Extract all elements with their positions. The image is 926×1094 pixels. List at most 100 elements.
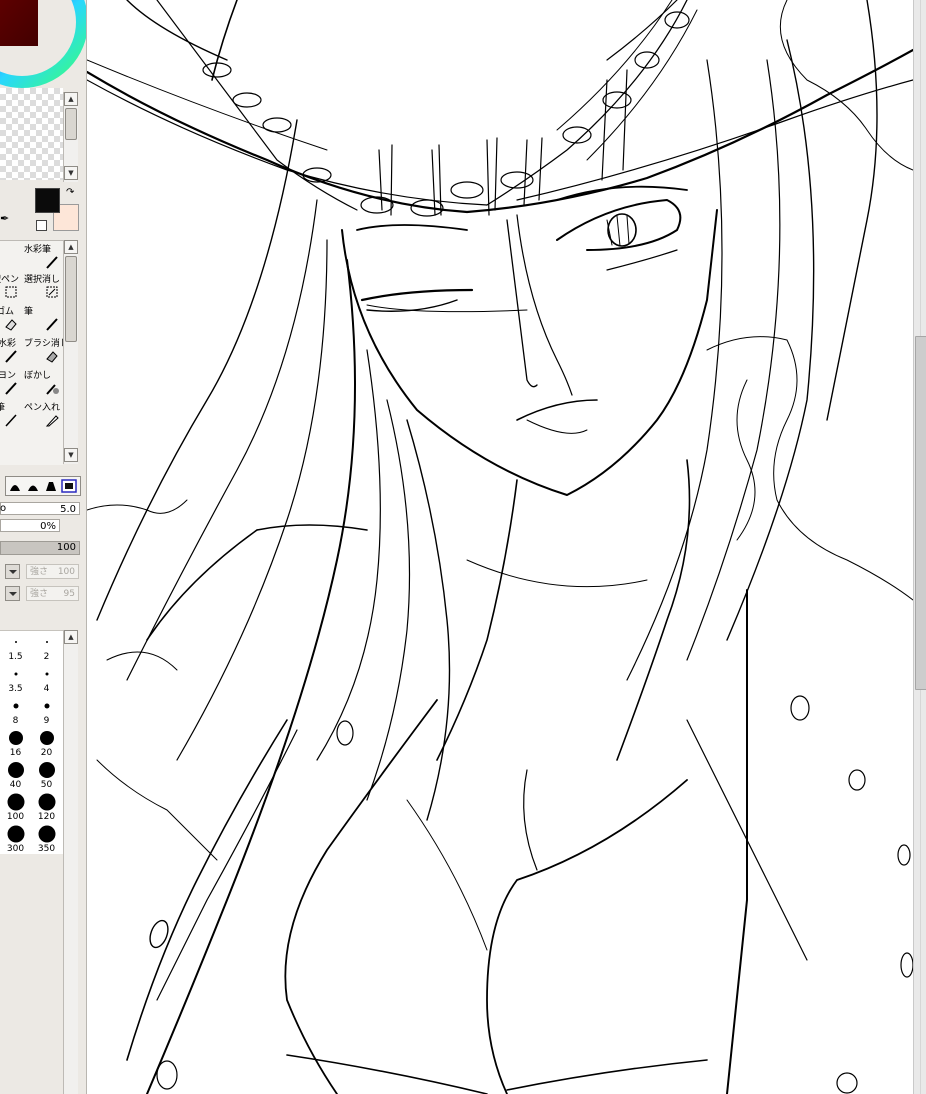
brush-dot-icon (38, 793, 55, 811)
brush-size-preset[interactable]: 350 (31, 822, 62, 854)
texture-dropdown-button[interactable] (5, 586, 20, 601)
preview-scrollbar[interactable]: ▲ ▼ (63, 92, 78, 182)
brush-dot-icon (7, 793, 24, 811)
swap-colors-icon[interactable]: ↷ (66, 187, 74, 198)
tool-label: 筆 (24, 307, 34, 317)
layer-preview (0, 88, 63, 180)
main-color-swatch-front[interactable] (35, 188, 60, 213)
line-art-sketch (87, 0, 913, 1094)
brush-size-presets: 1.5 2 3.5 4 8 9 16 20 40 50 100 120 300 350 (0, 630, 63, 854)
eraser-icon (4, 317, 18, 331)
brush-dot-icon (38, 825, 55, 843)
tool-selection-pen[interactable]: 択ペン (0, 271, 22, 301)
density-value: 100 (56, 542, 76, 553)
pen-icon (4, 413, 18, 427)
eyedropper-icon[interactable]: ✒ (0, 212, 9, 225)
brush-dot-icon (38, 762, 55, 778)
tool-brush[interactable]: 筆 (22, 303, 63, 333)
reset-colors-icon[interactable] (36, 220, 47, 231)
blend-value: 100 (57, 567, 75, 577)
tool-label: 水彩筆 (24, 245, 52, 255)
brush-size-preset[interactable]: 40 (0, 758, 31, 790)
tool-label: ゴム (0, 307, 15, 317)
brush-size-preset[interactable]: 4 (31, 662, 62, 694)
tool-label: 択ペン (0, 275, 20, 285)
tool-eraser[interactable]: ゴム (0, 303, 22, 333)
tool-label: 水彩 (0, 339, 17, 349)
brush-size-preset[interactable]: 2 (31, 630, 62, 662)
brush-size-value: 120 (37, 812, 56, 822)
brush-size-value: 40 (9, 780, 22, 790)
brush-dot-icon (7, 825, 24, 843)
brush-size-preset[interactable]: 1.5 (0, 630, 31, 662)
density-slider[interactable]: 100 (0, 541, 80, 555)
crayon-icon (4, 381, 18, 395)
brush-tip-row (0, 474, 81, 496)
brush-size-preset[interactable]: 50 (31, 758, 62, 790)
brush-size-value: 20 (40, 748, 53, 758)
brush-size-preset[interactable]: 9 (31, 694, 62, 726)
texture-strength-field[interactable]: 強さ 95 (26, 586, 79, 601)
tool-label: ヨン (0, 371, 17, 381)
tool-label: 筆 (0, 400, 5, 413)
tool-watercolor-brush[interactable]: 水彩筆 (22, 241, 63, 271)
scroll-down-icon[interactable]: ▼ (64, 448, 78, 462)
tool-label: 選択消し (24, 275, 61, 285)
brush-size-value: 100 (6, 812, 25, 822)
tool-crayon[interactable]: ヨン (0, 367, 22, 397)
blend-label: 強さ (30, 567, 49, 577)
brush-size-field[interactable]: 5.0 (0, 502, 80, 515)
tool-blur[interactable]: ぼかし (22, 367, 63, 397)
texture-label: 強さ (30, 589, 49, 599)
brush-dot-icon (8, 731, 23, 745)
tool-pen[interactable]: 筆 (0, 399, 22, 429)
panel-bottom-space (0, 854, 63, 1094)
tool-watercolor[interactable]: 水彩 (0, 335, 22, 365)
blend-strength-field[interactable]: 強さ 100 (26, 564, 79, 579)
brush-dot-icon (39, 731, 54, 745)
brush-size-value: 3.5 (8, 684, 23, 694)
selection-eraser-icon (45, 285, 59, 299)
brush-size-preset[interactable]: 120 (31, 790, 62, 822)
scroll-up-icon[interactable]: ▲ (64, 240, 78, 254)
tool-inking-pen[interactable]: ペン入れ (22, 399, 63, 429)
brush-size-value: 300 (6, 844, 25, 854)
tool-label: ペン入れ (24, 403, 61, 413)
brush-eraser-icon (45, 349, 59, 363)
tool-selection-eraser[interactable]: 選択消し (22, 271, 63, 301)
scrollbar-thumb[interactable] (915, 336, 926, 690)
brush-size-value: 50 (40, 780, 53, 790)
min-size-field[interactable]: 0% (0, 519, 60, 532)
scroll-up-icon[interactable]: ▲ (64, 92, 78, 106)
size-scrollbar[interactable]: ▲ (63, 630, 78, 1094)
brush-size-preset[interactable]: 20 (31, 726, 62, 758)
brush-size-value: 8 (12, 716, 19, 726)
tool-scrollbar[interactable]: ▲ ▼ (63, 240, 78, 464)
brush-size-preset[interactable]: 8 (0, 694, 31, 726)
brush-dot-icon (14, 641, 17, 643)
texture-value: 95 (63, 589, 75, 599)
inking-pen-icon (45, 413, 59, 427)
canvas-vertical-scrollbar[interactable] (913, 0, 926, 1094)
blend-dropdown-button[interactable] (5, 564, 20, 579)
brush-size-value: 4 (43, 684, 50, 694)
size-prefix: o (0, 503, 7, 514)
tool-grid: 水彩筆 択ペン 選択消し ゴム 筆 水彩 ブラシ消し ヨン (0, 240, 69, 465)
brush-size-preset[interactable]: 100 (0, 790, 31, 822)
color-wheel[interactable] (0, 0, 86, 88)
brush-icon (45, 255, 59, 269)
tool-brush-eraser[interactable]: ブラシ消し (22, 335, 69, 365)
brush-dot-icon (45, 641, 48, 643)
brush-dot-icon (44, 703, 49, 709)
selection-pen-icon (4, 285, 18, 299)
brush-size-preset[interactable]: 3.5 (0, 662, 31, 694)
scroll-down-icon[interactable]: ▼ (64, 166, 78, 180)
scroll-up-icon[interactable]: ▲ (64, 630, 78, 644)
brush-size-preset[interactable]: 300 (0, 822, 31, 854)
brush-dot-icon (45, 672, 48, 676)
tool-label: ぼかし (24, 371, 52, 381)
brush-size-preset[interactable]: 16 (0, 726, 31, 758)
drawing-canvas[interactable] (87, 0, 913, 1094)
brush-dot-icon (7, 762, 24, 778)
brush-size-value: 16 (9, 748, 22, 758)
